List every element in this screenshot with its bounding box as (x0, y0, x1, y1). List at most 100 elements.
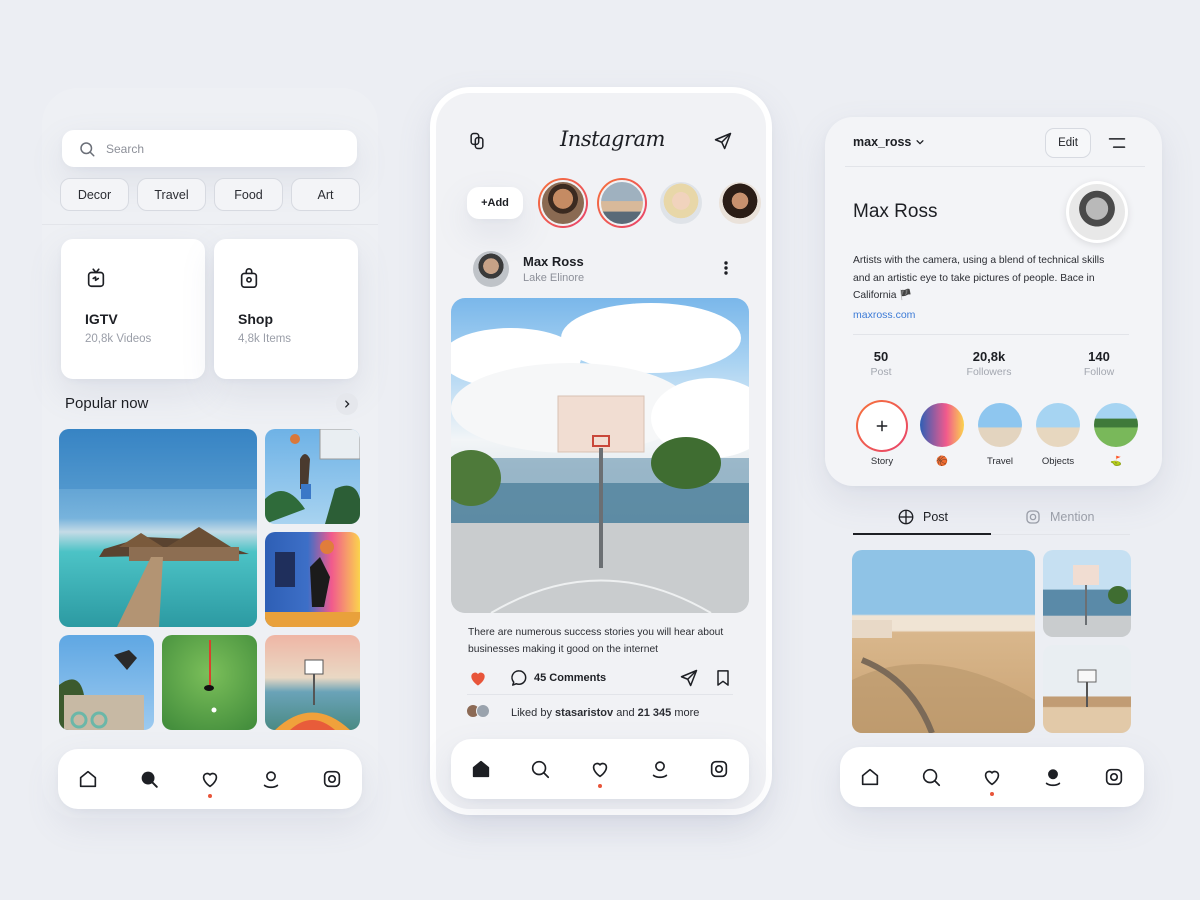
liked-count: 21 345 (637, 707, 672, 719)
photo-court-building[interactable] (265, 635, 360, 730)
profile-icon[interactable] (649, 758, 671, 780)
post-photo[interactable] (451, 298, 749, 613)
profile-name: Max Ross (853, 201, 938, 222)
post-location[interactable]: Lake Elinore (523, 272, 584, 284)
comment-icon[interactable] (509, 668, 529, 688)
chevron-right-icon (342, 399, 352, 409)
search-input[interactable] (106, 141, 326, 156)
home-icon[interactable] (77, 768, 99, 790)
chip-travel[interactable]: Travel (137, 178, 206, 211)
highlight-label: Story (870, 456, 894, 467)
highlight-label: Travel (986, 456, 1014, 467)
photo-court-hoop[interactable] (1043, 550, 1131, 637)
heart-icon[interactable] (589, 758, 611, 788)
tile-subtitle: 4,8k Items (238, 333, 292, 345)
photo-beach-hoop[interactable] (1043, 645, 1131, 733)
section-title: Popular now (65, 395, 149, 412)
story-avatar[interactable] (656, 178, 706, 228)
menu-icon[interactable] (1107, 133, 1127, 153)
photo-beach-boardwalk[interactable] (852, 550, 1035, 733)
photo-golf-hole[interactable] (162, 635, 257, 730)
story-avatar[interactable] (715, 178, 765, 228)
share-icon[interactable] (679, 668, 699, 688)
heart-icon[interactable] (981, 766, 1003, 796)
highlight-travel[interactable] (978, 403, 1022, 447)
send-icon[interactable] (713, 131, 733, 151)
profile-icon[interactable] (1042, 766, 1064, 788)
tab-mention[interactable]: Mention (1024, 508, 1094, 526)
liker-avatar (476, 704, 490, 718)
notification-dot (597, 784, 602, 788)
chip-art[interactable]: Art (291, 178, 360, 211)
chip-food[interactable]: Food (214, 178, 283, 211)
comments-count[interactable]: 45 Comments (534, 672, 606, 684)
profile-avatar[interactable] (1066, 181, 1128, 243)
stat-label: Post (870, 366, 892, 378)
story-avatar[interactable] (538, 178, 588, 228)
tab-post[interactable]: Post (897, 508, 948, 526)
highlight-label: 🏀 (936, 456, 948, 467)
tab-label: Mention (1050, 510, 1095, 524)
stat-followers[interactable]: 20,8k Followers (949, 349, 1029, 378)
post-author-name[interactable]: Max Ross (523, 254, 584, 269)
photo-skaters[interactable] (59, 635, 154, 730)
add-story-button[interactable]: +Add (467, 187, 523, 219)
stat-value: 20,8k (972, 349, 1006, 364)
notification-dot (207, 794, 212, 798)
like-heart-icon[interactable] (468, 668, 488, 688)
edit-profile-button[interactable]: Edit (1045, 128, 1091, 158)
search-icon[interactable] (529, 758, 551, 780)
stat-label: Followers (966, 366, 1012, 378)
tv-icon (85, 267, 181, 289)
username: max_ross (853, 135, 912, 149)
heart-icon[interactable] (199, 768, 221, 798)
highlight-golf[interactable] (1094, 403, 1138, 447)
search-icon[interactable] (138, 768, 160, 790)
highlight-basketball[interactable] (920, 403, 964, 447)
chevron-down-icon (915, 137, 925, 147)
liked-user[interactable]: stasaristov (555, 707, 613, 719)
home-icon[interactable] (470, 758, 492, 780)
highlight-label: Objects (1041, 456, 1075, 467)
highlight-objects[interactable] (1036, 403, 1080, 447)
photo-basketball-dunk[interactable] (265, 429, 360, 524)
story-avatar[interactable] (597, 178, 647, 228)
shopping-bag-icon (238, 267, 334, 289)
divider (467, 694, 733, 695)
stat-value: 140 (1088, 349, 1110, 364)
notification-dot (989, 792, 994, 796)
photo-beach-resort[interactable] (59, 429, 257, 627)
search-bar[interactable] (62, 130, 357, 167)
username-dropdown[interactable]: max_ross (853, 135, 925, 149)
app-logo: Instagram (560, 127, 665, 151)
bottom-nav (840, 747, 1144, 807)
stat-posts[interactable]: 50 Post (853, 349, 909, 378)
see-more-button[interactable] (336, 393, 358, 415)
post-author-avatar[interactable] (473, 251, 509, 287)
search-icon[interactable] (920, 766, 942, 788)
grid-icon (897, 508, 915, 526)
profile-link[interactable]: maxross.com (853, 309, 915, 321)
more-options-icon[interactable] (718, 259, 734, 277)
profile-icon[interactable] (260, 768, 282, 790)
category-chips: Decor Travel Food Art (60, 178, 360, 211)
plus-icon (875, 419, 889, 433)
stat-value: 50 (873, 349, 889, 364)
tab-label: Post (923, 510, 949, 524)
add-story-highlight[interactable] (856, 400, 908, 452)
instagram-icon[interactable] (1103, 766, 1125, 788)
tile-title: IGTV (85, 311, 118, 327)
photo-basketball-mural[interactable] (265, 532, 360, 627)
copy-icon[interactable] (467, 131, 487, 151)
home-icon[interactable] (859, 766, 881, 788)
bookmark-icon[interactable] (713, 668, 733, 688)
tile-title: Shop (238, 311, 273, 327)
chip-decor[interactable]: Decor (60, 178, 129, 211)
instagram-icon[interactable] (321, 768, 343, 790)
igtv-tile[interactable]: IGTV 20,8k Videos (61, 239, 205, 379)
shop-tile[interactable]: Shop 4,8k Items (214, 239, 358, 379)
instagram-icon[interactable] (708, 758, 730, 780)
stat-following[interactable]: 140 Follow (1069, 349, 1129, 378)
liked-by-text[interactable]: Liked by stasaristov and 21 345 more (511, 707, 699, 719)
search-icon (78, 140, 96, 158)
